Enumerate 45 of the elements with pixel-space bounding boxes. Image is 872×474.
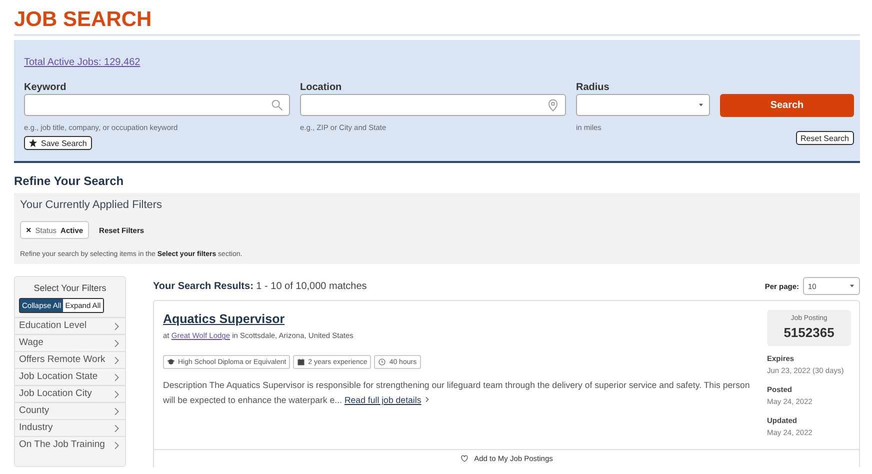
- chevron-right-icon: [112, 422, 121, 434]
- filter-item[interactable]: Wage: [15, 334, 125, 351]
- page-title: JOB SEARCH: [14, 8, 153, 32]
- star-icon: [29, 139, 37, 147]
- sidebar-title: Select Your Filters: [32, 282, 108, 295]
- clock-icon: [378, 358, 386, 366]
- chevron-right-icon: [112, 320, 121, 332]
- keyword-field[interactable]: [24, 94, 290, 116]
- field-label: Location: [300, 81, 343, 94]
- chevron-right-icon: [112, 372, 121, 382]
- radius-select[interactable]: [576, 94, 710, 116]
- location-field[interactable]: [300, 94, 566, 116]
- field-label: Radius: [576, 81, 610, 94]
- panel-heading: Your Currently Applied Filters: [20, 199, 164, 211]
- chevron-right-icon: [112, 338, 121, 348]
- filter-item[interactable]: Industry: [15, 419, 125, 436]
- filter-item[interactable]: On The Job Training: [15, 436, 125, 453]
- total-jobs-link[interactable]: Total Active Jobs: 129,462: [24, 57, 140, 68]
- reset-search-button[interactable]: Reset Search: [796, 131, 854, 145]
- search-button[interactable]: Search: [720, 94, 854, 117]
- results-summary: Your Search Results: 1 - 10 of 10,000 matches: [153, 280, 367, 292]
- calendar-icon: [297, 358, 306, 366]
- save-search-button[interactable]: Save Search: [24, 136, 92, 150]
- job-title-link[interactable]: Aquatics Supervisor: [163, 312, 285, 326]
- chevron-right-icon: [112, 406, 121, 416]
- posting-number: 5152365: [784, 325, 834, 340]
- chevron-right-icon: [112, 354, 121, 366]
- dropdown-caret-icon: [698, 102, 704, 108]
- filter-item[interactable]: County: [15, 402, 125, 419]
- filter-item[interactable]: Job Location City: [15, 385, 125, 402]
- chevron-right-icon: [112, 388, 121, 400]
- read-details-link[interactable]: Read full job details: [344, 395, 422, 405]
- job-description: Description The Aquatics Supervisor is responsible for strengthening our lifeguard team through the delivery of superior service and safety. This person will be expected to enhance the waterpark e... Read full job details: [163, 379, 751, 407]
- filter-item[interactable]: Job Location State: [15, 368, 125, 385]
- chevron-right-icon: [424, 396, 430, 403]
- search-icon: [270, 98, 284, 112]
- chevron-right-icon: [112, 440, 121, 450]
- filter-item[interactable]: Offers Remote Work: [15, 351, 125, 368]
- field-label: Keyword: [24, 81, 68, 94]
- section-heading: Refine Your Search: [14, 174, 125, 188]
- map-pin-icon: [546, 98, 560, 112]
- heart-icon: [460, 454, 470, 463]
- graduation-cap-icon: [167, 358, 175, 366]
- filter-item[interactable]: Education Level: [15, 317, 125, 334]
- dropdown-caret-icon: [849, 283, 855, 289]
